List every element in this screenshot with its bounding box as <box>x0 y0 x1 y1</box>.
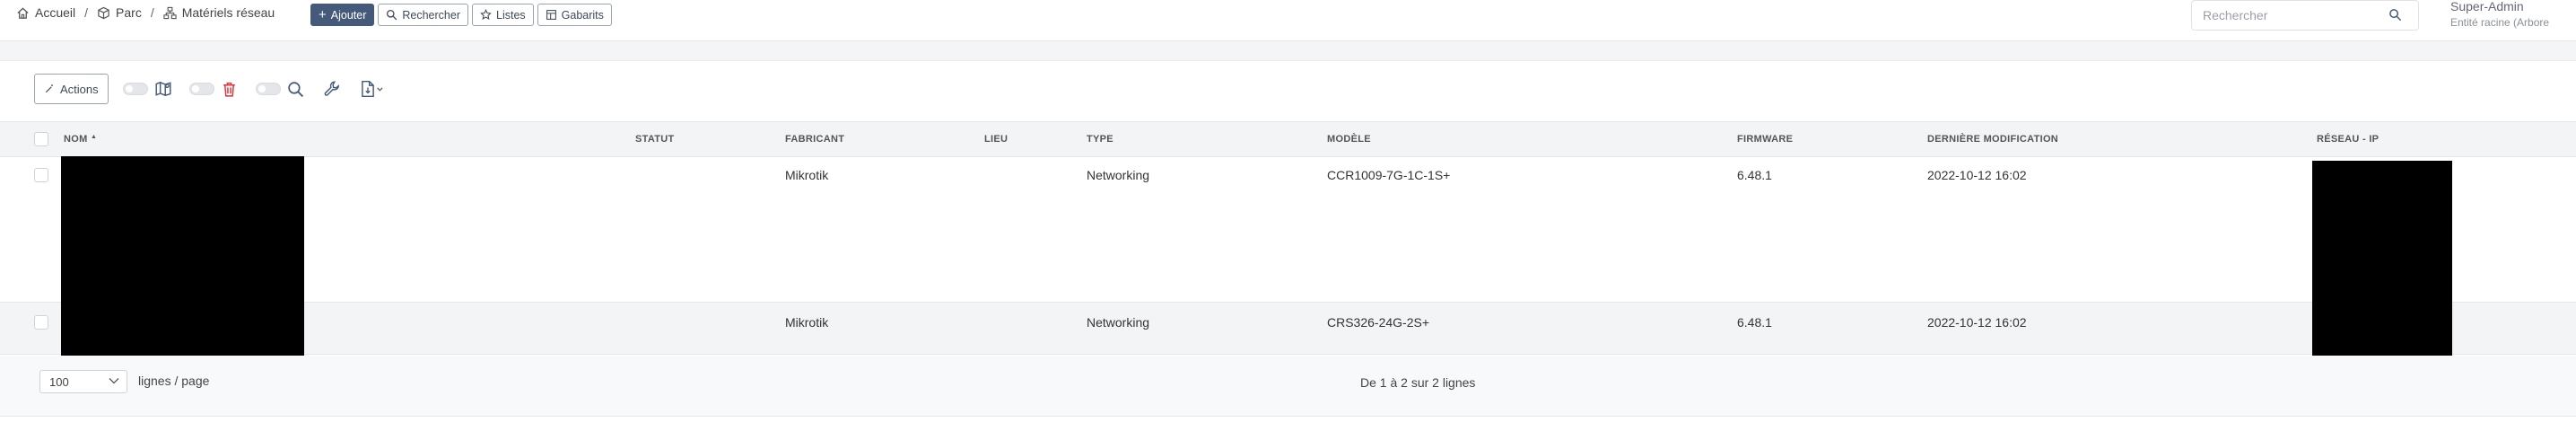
page-size-value: 100 <box>49 375 69 389</box>
column-header-label: NOM <box>64 134 88 145</box>
network-icon <box>163 6 177 19</box>
add-button[interactable]: + Ajouter <box>310 4 375 26</box>
breadcrumb-separator: / <box>84 5 89 20</box>
redacted-name-block <box>61 156 304 356</box>
column-header-type[interactable]: TYPE <box>1087 134 1113 145</box>
breadcrumb-separator: / <box>150 5 154 20</box>
cell-modele[interactable]: CRS326-24G-2S+ <box>1327 315 1429 330</box>
table-row[interactable]: Mikrotik Networking CRS326-24G-2S+ 6.48.… <box>0 303 2576 355</box>
column-header-reseau-ip[interactable]: RÉSEAU - IP <box>2317 134 2379 145</box>
template-icon <box>546 10 556 20</box>
column-header-lieu[interactable]: LIEU <box>984 134 1008 145</box>
wand-icon <box>45 84 53 93</box>
breadcrumb-parc-label: Parc <box>116 5 142 20</box>
row-checkbox[interactable] <box>34 315 48 330</box>
map-icon[interactable] <box>153 79 173 99</box>
column-header-nom[interactable]: NOM ▲ <box>64 134 97 145</box>
user-name: Super-Admin <box>2450 0 2524 13</box>
table-footer: 100 lignes / page De 1 à 2 sur 2 lignes <box>0 356 2576 417</box>
trash-icon[interactable] <box>220 79 240 99</box>
cell-modification: 2022-10-12 16:02 <box>1927 168 2027 182</box>
select-all-checkbox[interactable] <box>34 132 48 146</box>
search-icon <box>387 9 397 21</box>
cell-fabricant[interactable]: Mikrotik <box>785 168 828 182</box>
breadcrumb-home-label: Accueil <box>35 5 76 20</box>
search-icon[interactable] <box>2388 8 2402 22</box>
export-icon[interactable] <box>358 79 387 99</box>
breadcrumb: Accueil / Parc / Matériels réseau <box>16 5 275 20</box>
lists-button[interactable]: Listes <box>472 4 534 26</box>
templates-button[interactable]: Gabarits <box>537 4 612 26</box>
redacted-ip-block <box>2312 161 2452 361</box>
chevron-down-icon <box>109 378 119 384</box>
add-button-label: Ajouter <box>330 8 367 22</box>
table-header: NOM ▲ STATUT FABRICANT LIEU TYPE MODÈLE … <box>0 121 2576 157</box>
column-header-statut[interactable]: STATUT <box>635 134 675 145</box>
pagination-count: De 1 à 2 sur 2 lignes <box>1360 375 1476 390</box>
trash-toggle[interactable] <box>188 83 214 95</box>
cell-type: Networking <box>1087 168 1150 182</box>
cell-firmware: 6.48.1 <box>1737 168 1772 182</box>
breadcrumb-home[interactable]: Accueil <box>16 5 75 20</box>
search-icon[interactable] <box>286 79 306 99</box>
page-size-select[interactable]: 100 <box>39 370 127 393</box>
cell-modele[interactable]: CCR1009-7G-1C-1S+ <box>1327 168 1450 182</box>
top-bar: Accueil / Parc / Matériels réseau + Ajou… <box>0 0 2576 41</box>
header-band <box>0 41 2576 61</box>
column-header-fabricant[interactable]: FABRICANT <box>785 134 844 145</box>
box-icon <box>98 6 109 19</box>
cell-fabricant[interactable]: Mikrotik <box>785 315 828 330</box>
actions-button[interactable]: Actions <box>34 74 109 104</box>
home-icon <box>17 6 29 19</box>
cell-modification: 2022-10-12 16:02 <box>1927 315 2027 330</box>
column-header-modele[interactable]: MODÈLE <box>1327 134 1371 145</box>
actions-button-label: Actions <box>60 82 99 96</box>
templates-button-label: Gabarits <box>561 8 604 22</box>
breadcrumb-current-label: Matériels réseau <box>181 5 275 20</box>
search-toggle[interactable] <box>255 83 281 95</box>
user-entity: Entité racine (Arbore <box>2450 16 2550 29</box>
user-menu[interactable]: Super-Admin Entité racine (Arbore <box>2450 0 2549 31</box>
global-search-input[interactable] <box>2203 8 2382 22</box>
list-toolbar: Actions <box>34 74 403 104</box>
lists-button-label: Listes <box>496 8 526 22</box>
equipment-table: NOM ▲ STATUT FABRICANT LIEU TYPE MODÈLE … <box>0 121 2576 355</box>
search-button-label: Rechercher <box>402 8 460 22</box>
breadcrumb-parc[interactable]: Parc <box>97 5 142 20</box>
per-page-label: lignes / page <box>138 374 210 388</box>
breadcrumb-current[interactable]: Matériels réseau <box>163 5 275 20</box>
cell-firmware: 6.48.1 <box>1737 315 1772 330</box>
star-icon <box>480 9 492 21</box>
page-actions: + Ajouter Rechercher Listes Gabarits <box>310 4 612 26</box>
search-button[interactable]: Rechercher <box>378 4 468 26</box>
map-toggle[interactable] <box>122 83 148 95</box>
table-row[interactable]: Mikrotik Networking CCR1009-7G-1C-1S+ 6.… <box>0 157 2576 303</box>
global-search <box>2191 0 2419 31</box>
column-header-firmware[interactable]: FIRMWARE <box>1737 134 1793 145</box>
plus-icon: + <box>319 7 327 22</box>
row-checkbox[interactable] <box>34 168 48 182</box>
sort-asc-icon: ▲ <box>90 134 98 140</box>
cell-type: Networking <box>1087 315 1150 330</box>
wrench-icon[interactable] <box>322 79 342 99</box>
column-header-modification[interactable]: DERNIÈRE MODIFICATION <box>1927 134 2058 145</box>
